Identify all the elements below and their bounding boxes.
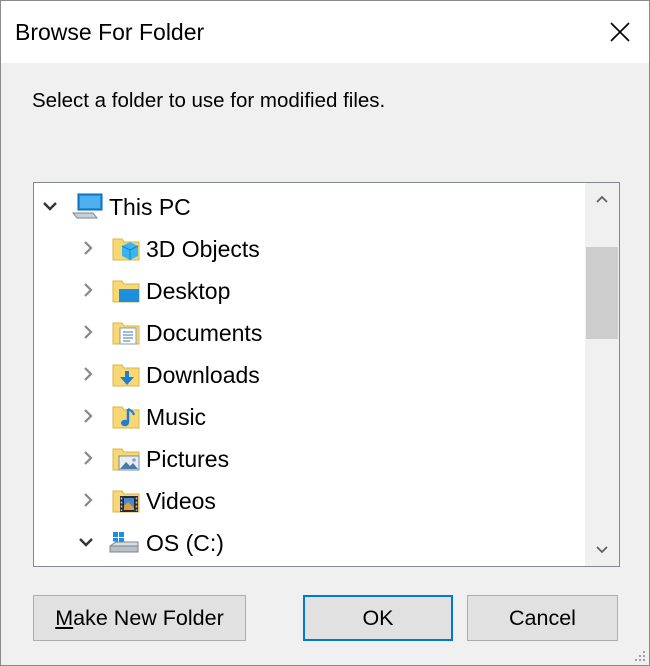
tree-item-os-c-drive[interactable]: OS (C:) [34, 521, 584, 563]
tree-item-label: Documents [146, 320, 263, 346]
tree-item-label: 3D Objects [146, 236, 260, 262]
browse-for-folder-dialog: Browse For Folder Select a folder to use… [0, 0, 650, 666]
tree-item-label: Videos [146, 488, 216, 514]
drive-icon [109, 532, 139, 553]
tree-item-label: Pictures [146, 446, 230, 472]
tree-item-documents[interactable]: Documents [34, 311, 584, 353]
window-title: Browse For Folder [15, 19, 205, 45]
cancel-label: Cancel [509, 605, 576, 630]
computer-icon [72, 193, 103, 219]
tree-item-label: Music [146, 404, 207, 430]
chevron-right-icon[interactable] [80, 408, 96, 424]
chevron-right-icon[interactable] [80, 240, 96, 256]
documents-folder-icon [112, 322, 140, 345]
make-new-folder-label: Make New Folder [55, 605, 224, 630]
tree-item-3d-objects[interactable]: 3D Objects [34, 227, 584, 269]
tree-item-desktop[interactable]: Desktop [34, 269, 584, 311]
desktop-folder-icon [112, 280, 140, 303]
tree-item-label: This PC [109, 194, 191, 220]
ok-button[interactable]: OK [303, 595, 453, 641]
chevron-down-icon[interactable] [42, 198, 58, 214]
scrollbar-thumb[interactable] [586, 247, 618, 339]
tree-item-downloads[interactable]: Downloads [34, 353, 584, 395]
chevron-right-icon[interactable] [80, 324, 96, 340]
tree-item-label: OS (C:) [146, 530, 224, 556]
chevron-right-icon[interactable] [80, 492, 96, 508]
close-button[interactable] [591, 1, 649, 63]
chevron-right-icon[interactable] [80, 450, 96, 466]
pictures-folder-icon [112, 448, 140, 471]
scroll-up-button[interactable] [585, 183, 619, 217]
tree-item-label: Downloads [146, 362, 260, 388]
downloads-folder-icon [112, 364, 140, 387]
chevron-up-icon [596, 195, 608, 203]
chevron-right-icon[interactable] [80, 282, 96, 298]
tree-item-label: Desktop [146, 278, 231, 304]
tree-item-videos[interactable]: Videos [34, 479, 584, 521]
3d-objects-folder-icon [112, 238, 140, 261]
videos-folder-icon [112, 490, 140, 513]
ok-label: OK [362, 605, 394, 630]
resize-grip-icon[interactable] [632, 648, 646, 662]
close-icon [610, 22, 630, 42]
chevron-down-icon [596, 546, 608, 554]
music-folder-icon [112, 406, 140, 429]
chevron-down-icon[interactable] [78, 534, 94, 550]
folder-tree[interactable]: This PC 3D Objects Desktop Documents Dow… [33, 182, 620, 567]
vertical-scrollbar[interactable] [585, 183, 619, 566]
tree-item-music[interactable]: Music [34, 395, 584, 437]
chevron-right-icon[interactable] [80, 366, 96, 382]
cancel-button[interactable]: Cancel [467, 595, 618, 641]
title-bar: Browse For Folder [1, 1, 649, 63]
dialog-prompt: Select a folder to use for modified file… [32, 89, 386, 112]
make-new-folder-button[interactable]: Make New Folder [33, 595, 246, 641]
tree-item-pictures[interactable]: Pictures [34, 437, 584, 479]
tree-item-this-pc[interactable]: This PC [34, 185, 584, 227]
scroll-down-button[interactable] [585, 532, 619, 566]
